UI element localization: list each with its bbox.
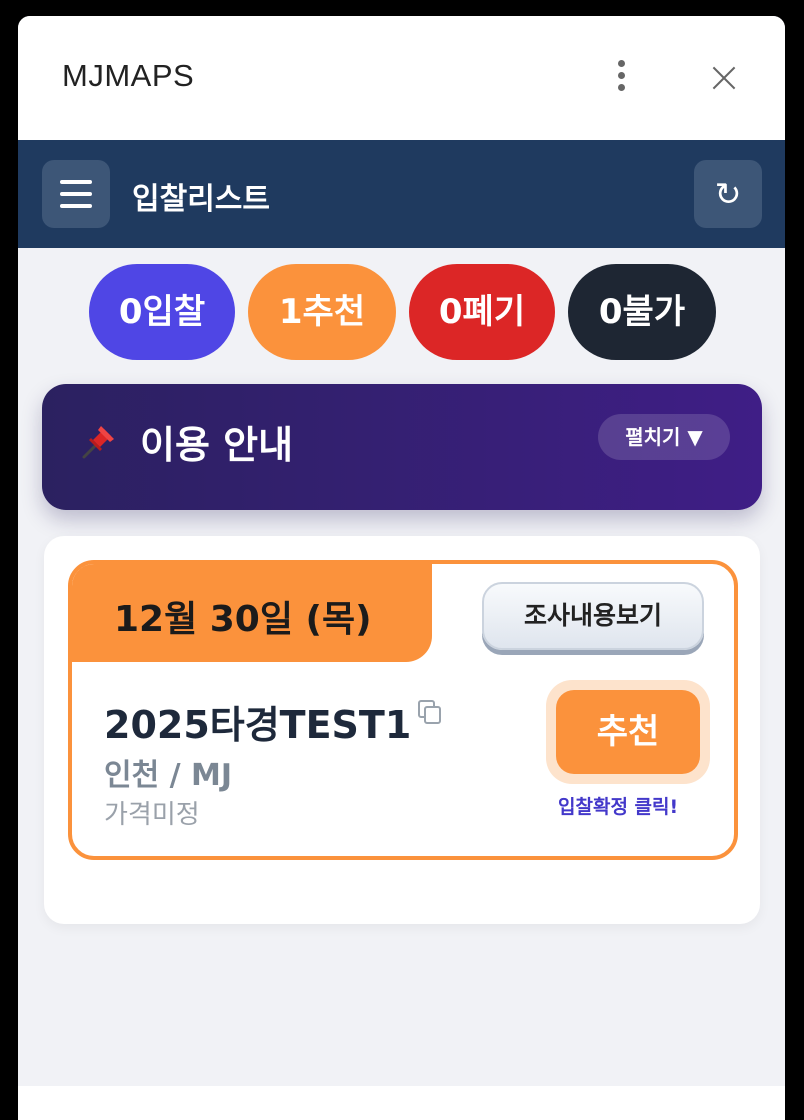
navbar: 입찰리스트 ↻ — [18, 140, 785, 248]
item-location: 인천 / MJ — [104, 758, 233, 793]
page-title: 입찰리스트 — [132, 182, 270, 217]
item-price: 가격미정 — [104, 800, 200, 830]
view-survey-button[interactable]: 조사내용보기 — [482, 582, 704, 650]
refresh-button[interactable]: ↻ — [694, 160, 762, 228]
list-item[interactable]: 12월 30일 (목) 조사내용보기 2025타경TEST1 인천 / MJ 가… — [68, 560, 738, 860]
case-number: 2025타경TEST1 — [104, 703, 412, 747]
close-icon[interactable] — [706, 60, 742, 96]
pill-recommend[interactable]: 1추천 — [248, 264, 396, 360]
hamburger-icon — [60, 180, 92, 184]
app-title: MJMAPS — [62, 58, 195, 93]
status-pills: 0입찰 1추천 0폐기 0불가 — [18, 264, 785, 368]
usage-guide-banner[interactable]: 이용 안내 펼치기 ▼ — [42, 384, 762, 510]
guide-title: 이용 안내 — [140, 423, 294, 467]
menu-button[interactable] — [42, 160, 110, 228]
pill-impossible[interactable]: 0불가 — [568, 264, 716, 360]
bid-list-card: 12월 30일 (목) 조사내용보기 2025타경TEST1 인천 / MJ 가… — [44, 536, 760, 924]
pill-discard[interactable]: 0폐기 — [409, 264, 555, 360]
date-tab: 12월 30일 (목) — [72, 564, 432, 662]
more-options-icon[interactable] — [612, 60, 630, 94]
pill-bid[interactable]: 0입찰 — [89, 264, 235, 360]
expand-button[interactable]: 펼치기 ▼ — [598, 414, 730, 460]
app-window: MJMAPS 입찰리스트 ↻ 0입찰 1추천 0폐기 0불가 이용 안내 펼치기… — [18, 16, 785, 1120]
recommend-button-wrapper: 추천 — [546, 680, 710, 784]
title-bar: MJMAPS — [18, 16, 785, 140]
item-date: 12월 30일 (목) — [114, 599, 372, 640]
confirm-hint: 입찰확정 클릭! — [558, 796, 679, 818]
pushpin-icon — [82, 426, 114, 459]
bottom-bar — [18, 1086, 785, 1120]
recommend-button[interactable]: 추천 — [556, 690, 700, 774]
copy-icon[interactable] — [418, 700, 441, 724]
